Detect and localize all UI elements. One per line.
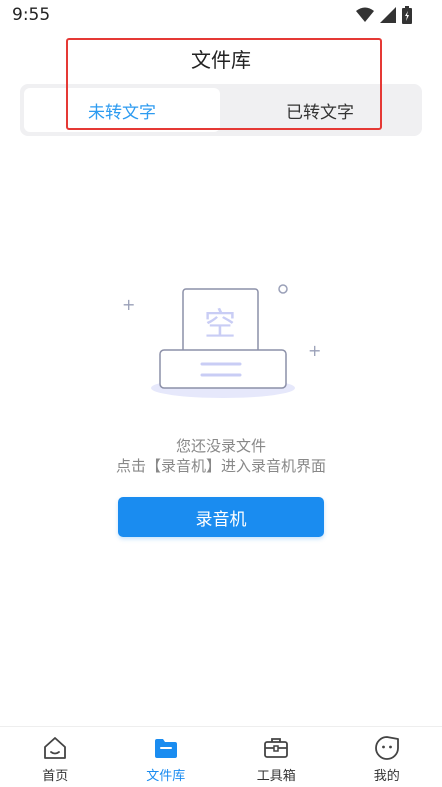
empty-state-line-1: 您还没录文件 [0,436,442,456]
wifi-icon [356,7,374,23]
toolbox-icon [263,735,289,761]
tab-transcribed[interactable]: 已转文字 [222,88,418,132]
nav-item-files[interactable]: 文件库 [111,727,222,787]
recorder-button[interactable]: 录音机 [118,497,324,537]
empty-state-message: 您还没录文件 点击【录音机】进入录音机界面 [0,436,442,476]
nav-label-files: 文件库 [146,765,185,784]
profile-icon [374,735,400,761]
status-time: 9:55 [12,5,50,25]
illustration-tray [160,350,286,388]
home-icon [42,735,68,761]
empty-state-line-2: 点击【录音机】进入录音机界面 [0,456,442,476]
folder-icon [153,735,179,761]
decor-circle [279,285,287,293]
empty-state-illustration: + + 空 [118,280,328,405]
status-icons [356,6,412,24]
illustration-empty-char: 空 [204,305,236,343]
signal-icon [380,7,396,23]
nav-item-home[interactable]: 首页 [0,727,111,787]
page-title: 文件库 [0,44,442,73]
battery-icon [402,6,412,24]
nav-item-profile[interactable]: 我的 [332,727,442,787]
nav-label-toolbox: 工具箱 [257,765,296,784]
tab-untranscribed[interactable]: 未转文字 [24,88,220,132]
decor-plus-right: + [308,341,321,360]
tab-bar: 未转文字 已转文字 [20,84,422,136]
nav-label-home: 首页 [42,765,68,784]
bottom-nav: 首页 文件库 工具箱 我的 [0,726,442,787]
nav-label-profile: 我的 [374,765,400,784]
nav-item-toolbox[interactable]: 工具箱 [221,727,332,787]
decor-plus-left: + [122,295,135,314]
status-bar: 9:55 [0,0,442,32]
